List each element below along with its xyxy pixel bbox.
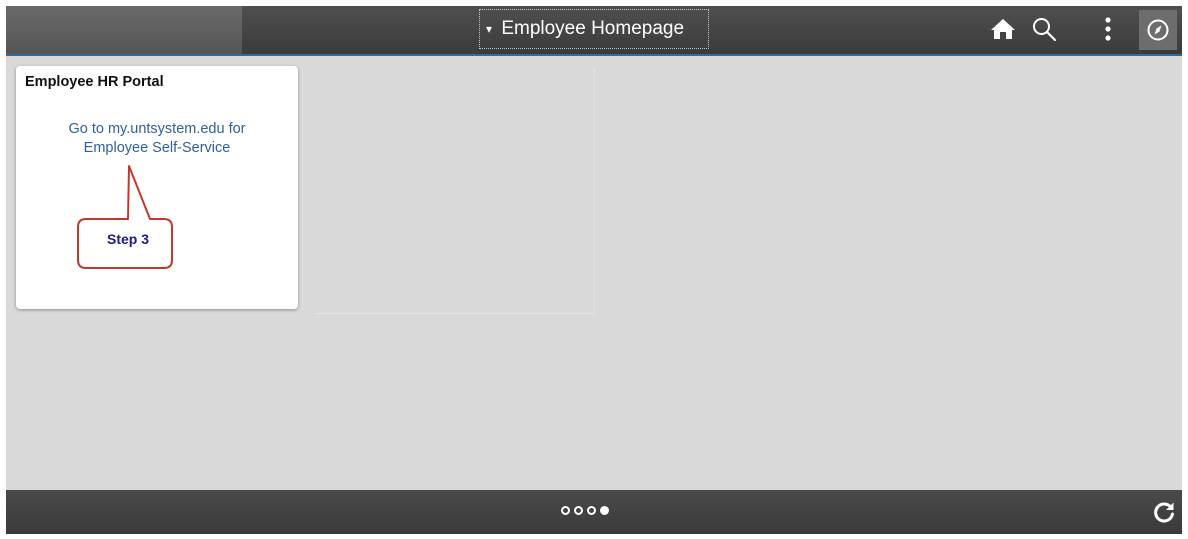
step-label: Step 3 <box>106 231 149 247</box>
logo-area <box>6 6 242 54</box>
page-dot[interactable] <box>561 506 570 515</box>
footer-bar <box>6 490 1182 534</box>
page-title: Employee Homepage <box>501 18 685 39</box>
home-button[interactable] <box>986 12 1020 46</box>
home-icon <box>991 19 1015 39</box>
homepage-selector[interactable]: ▾ Employee Homepage <box>479 9 709 49</box>
app-frame: ▾ Employee Homepage Employee HR Portal G… <box>6 6 1182 534</box>
compass-icon <box>1147 19 1169 41</box>
page-dot-current[interactable] <box>600 506 609 515</box>
navbar-button[interactable] <box>1139 10 1177 50</box>
page-dot[interactable] <box>574 506 583 515</box>
dropdown-arrow-icon: ▾ <box>486 22 493 36</box>
empty-tile-slot <box>315 68 595 314</box>
page-indicator <box>561 506 609 515</box>
actions-menu-button[interactable] <box>1091 12 1125 46</box>
search-button[interactable] <box>1027 12 1061 46</box>
page-dot[interactable] <box>587 506 596 515</box>
step-callout <box>77 165 173 269</box>
employee-hr-portal-tile[interactable]: Employee HR Portal Go to my.untsystem.ed… <box>16 66 298 309</box>
more-vertical-icon <box>1105 17 1111 41</box>
header-bar: ▾ Employee Homepage <box>6 6 1182 56</box>
search-icon <box>1033 18 1057 42</box>
refresh-button[interactable] <box>1148 496 1180 528</box>
refresh-icon <box>1154 502 1174 523</box>
